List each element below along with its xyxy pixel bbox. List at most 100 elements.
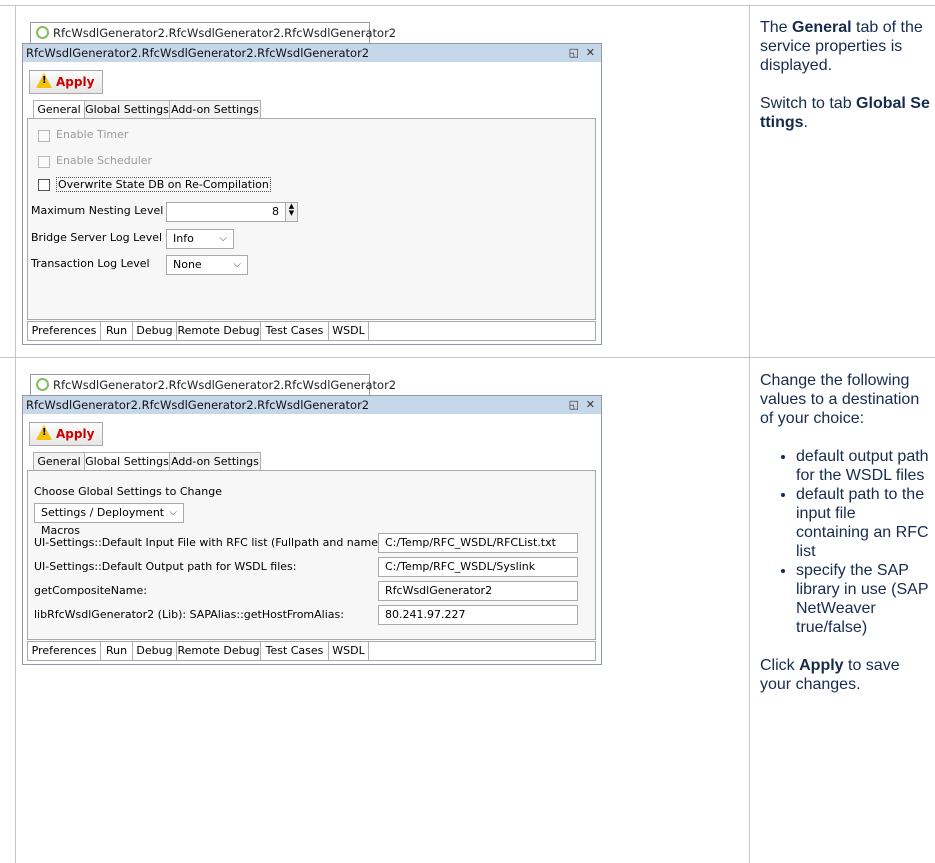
max-nesting-value: 8 xyxy=(272,205,279,218)
choose-settings-value: Settings / Deployment Macros xyxy=(41,506,165,537)
tab-debug[interactable]: Debug xyxy=(133,642,177,660)
tab-wsdl[interactable]: WSDL xyxy=(329,642,369,660)
setting-label: UI-Settings::Default Input File with RFC… xyxy=(34,536,386,549)
tab-wsdl-label: WSDL xyxy=(332,644,365,657)
tab-preferences[interactable]: Preferences xyxy=(28,642,101,660)
tab-addon-settings[interactable]: Add-on Settings xyxy=(169,100,261,118)
window-titlebar: RfcWsdlGenerator2.RfcWsdlGenerator2.RfcW… xyxy=(23,396,601,414)
tab-preferences-label: Preferences xyxy=(31,324,97,337)
description-1-pre: The xyxy=(760,19,793,36)
description-paragraph-1: The General tab of the service propertie… xyxy=(760,18,932,75)
setting-value: C:/Temp/RFC_WSDL/Syslink xyxy=(385,560,536,573)
chevron-down-icon: ⌵ xyxy=(169,507,177,518)
transaction-log-select[interactable]: None ⌵ xyxy=(166,255,248,275)
max-nesting-stepper[interactable]: ▲ ▼ xyxy=(285,202,298,222)
restore-icon[interactable]: ◱ xyxy=(569,396,579,414)
global-settings-panel: Choose Global Settings to Change Setting… xyxy=(27,470,596,640)
setting-input-rfc-list[interactable]: C:/Temp/RFC_WSDL/RFCList.txt xyxy=(378,533,578,553)
tab-wsdl-label: WSDL xyxy=(332,324,365,337)
tab-remote-debug[interactable]: Remote Debug xyxy=(177,322,261,340)
apply-button[interactable]: ! Apply xyxy=(29,70,104,94)
window-titlebar-text: RfcWsdlGenerator2.RfcWsdlGenerator2.RfcW… xyxy=(26,46,370,60)
list-item: default output path for the WSDL files xyxy=(796,447,932,485)
bridge-log-label: Bridge Server Log Level xyxy=(31,231,163,244)
editor-window: RfcWsdlGenerator2.RfcWsdlGenerator2.RfcW… xyxy=(22,43,602,345)
description-2-pre: Switch to tab xyxy=(760,95,857,112)
click-bold: Apply xyxy=(799,657,844,674)
tab-run-label: Run xyxy=(105,644,128,657)
service-icon xyxy=(36,26,49,39)
tab-debug-label: Debug xyxy=(136,644,173,657)
list-item: specify the SAP library in use (SAP NetW… xyxy=(796,561,932,637)
enable-scheduler-checkbox[interactable] xyxy=(38,156,50,168)
settings-tabs: General Global Settings Add-on Settings xyxy=(33,452,273,471)
service-icon xyxy=(36,378,49,391)
description-1-bold: General xyxy=(792,19,852,36)
tab-test-cases-label: Test Cases xyxy=(265,644,324,657)
window-titlebar-text: RfcWsdlGenerator2.RfcWsdlGenerator2.RfcW… xyxy=(26,398,370,412)
warning-icon: ! xyxy=(36,425,52,440)
tab-wsdl[interactable]: WSDL xyxy=(329,322,369,340)
enable-timer-checkbox[interactable] xyxy=(38,130,50,142)
tab-addon-settings-label: Add-on Settings xyxy=(171,455,259,468)
window-tab[interactable]: RfcWsdlGenerator2.RfcWsdlGenerator2.RfcW… xyxy=(30,22,396,43)
bottom-tabs: Preferences Run Debug Remote Debug Test … xyxy=(27,641,596,661)
click-pre: Click xyxy=(760,657,800,674)
setting-input-output-path[interactable]: C:/Temp/RFC_WSDL/Syslink xyxy=(378,557,578,577)
tab-global-settings-label: Global Settings xyxy=(85,455,169,468)
choose-settings-label: Choose Global Settings to Change xyxy=(34,485,222,498)
tab-debug-label: Debug xyxy=(136,324,173,337)
tab-test-cases[interactable]: Test Cases xyxy=(261,322,329,340)
intro-paragraph: Change the following values to a destina… xyxy=(760,372,920,427)
editor-window: RfcWsdlGenerator2.RfcWsdlGenerator2.RfcW… xyxy=(22,395,602,665)
setting-input-host-alias[interactable]: 80.241.97.227 xyxy=(378,605,578,625)
tab-test-cases[interactable]: Test Cases xyxy=(261,642,329,660)
apply-button-label: Apply xyxy=(56,75,95,89)
row2-screenshot: RfcWsdlGenerator2.RfcWsdlGenerator2.RfcW… xyxy=(22,374,602,665)
enable-timer-label: Enable Timer xyxy=(56,128,129,141)
tab-remote-debug-label: Remote Debug xyxy=(177,324,260,337)
table-left-border xyxy=(15,5,16,863)
tab-general-label: General xyxy=(37,455,81,468)
tab-general[interactable]: General xyxy=(33,452,85,470)
tab-run-label: Run xyxy=(105,324,128,337)
table-column-divider xyxy=(749,5,750,863)
tab-global-settings[interactable]: Global Settings xyxy=(84,452,170,471)
window-tab[interactable]: RfcWsdlGenerator2.RfcWsdlGenerator2.RfcW… xyxy=(30,374,396,395)
warning-icon: ! xyxy=(36,73,52,88)
close-icon[interactable]: ✕ xyxy=(586,396,595,414)
tab-preferences-label: Preferences xyxy=(31,644,97,657)
tab-remote-debug[interactable]: Remote Debug xyxy=(177,642,261,660)
bridge-log-value: Info xyxy=(173,232,194,245)
tab-global-settings[interactable]: Global Settings xyxy=(84,100,170,118)
tab-addon-settings[interactable]: Add-on Settings xyxy=(169,452,261,470)
tab-debug[interactable]: Debug xyxy=(133,322,177,340)
tab-preferences[interactable]: Preferences xyxy=(28,322,101,340)
table-row-divider xyxy=(0,357,935,358)
overwrite-state-db-checkbox[interactable] xyxy=(38,179,50,191)
apply-button-label: Apply xyxy=(56,427,95,441)
tab-general[interactable]: General xyxy=(33,100,85,119)
value-list: default output path for the WSDL files d… xyxy=(760,447,932,637)
apply-button[interactable]: ! Apply xyxy=(29,422,104,446)
setting-input-composite-name[interactable]: RfcWsdlGenerator2 xyxy=(378,581,578,601)
click-apply-paragraph: Click Apply to save your changes. xyxy=(760,656,932,694)
setting-value: C:/Temp/RFC_WSDL/RFCList.txt xyxy=(385,536,556,549)
bridge-log-select[interactable]: Info ⌵ xyxy=(166,229,234,249)
restore-icon[interactable]: ◱ xyxy=(569,44,579,62)
window-tab-title: RfcWsdlGenerator2.RfcWsdlGenerator2.RfcW… xyxy=(53,26,397,40)
tab-run[interactable]: Run xyxy=(101,642,133,660)
chevron-down-icon: ⌵ xyxy=(233,259,241,270)
transaction-log-label: Transaction Log Level xyxy=(31,257,150,270)
tab-run[interactable]: Run xyxy=(101,322,133,340)
overwrite-state-db-label: Overwrite State DB on Re-Compilation xyxy=(56,177,271,192)
setting-label: libRfcWsdlGenerator2 (Lib): SAPAlias::ge… xyxy=(34,608,344,621)
setting-value: RfcWsdlGenerator2 xyxy=(385,584,493,597)
window-titlebar: RfcWsdlGenerator2.RfcWsdlGenerator2.RfcW… xyxy=(23,44,601,62)
table-top-border xyxy=(0,5,935,6)
max-nesting-input[interactable]: 8 xyxy=(166,202,286,222)
tab-addon-settings-label: Add-on Settings xyxy=(171,103,259,116)
choose-settings-select[interactable]: Settings / Deployment Macros ⌵ xyxy=(34,503,184,537)
row2-description: Change the following values to a destina… xyxy=(760,371,932,713)
close-icon[interactable]: ✕ xyxy=(586,44,595,62)
